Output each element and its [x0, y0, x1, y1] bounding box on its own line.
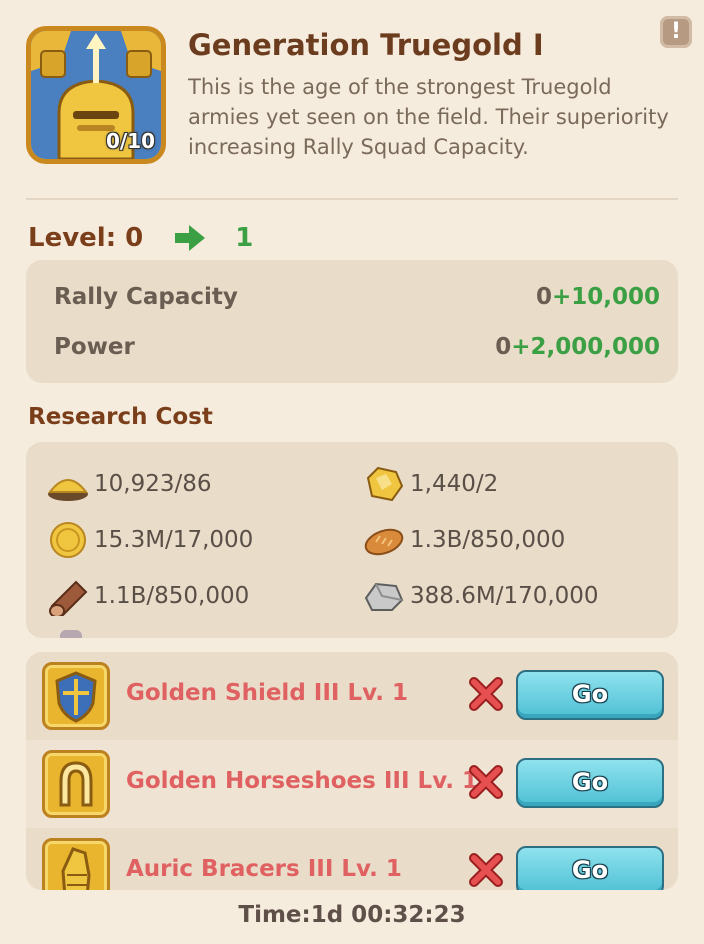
stats-panel: Rally Capacity 0+10,000 Power 0+2,000,00… [26, 260, 678, 383]
cost-item: 1.3B/850,000 [362, 520, 565, 560]
auric-bracers-icon [42, 838, 110, 890]
requirements-list: Golden Shield III Lv. 1 Go Golden Horses… [26, 652, 678, 890]
stat-label: Power [54, 334, 135, 360]
tech-progress-counter: 0/10 [105, 129, 155, 153]
next-level: 1 [235, 223, 254, 253]
cost-item: 388.6M/170,000 [362, 576, 599, 616]
go-button[interactable]: Go [516, 758, 664, 808]
close-icon [469, 853, 503, 887]
truegold-knight-icon: 0/10 [26, 26, 166, 164]
list-item: Golden Horseshoes III Lv. 1 Go [26, 740, 678, 828]
golden-shield-icon [42, 662, 110, 730]
requirement-label: Golden Shield III Lv. 1 [126, 680, 408, 706]
cost-item: 1.1B/850,000 [46, 576, 249, 616]
stat-rally-capacity: Rally Capacity 0+10,000 [54, 284, 660, 314]
research-cost-panel: 10,923/86 1,440/2 15.3M/17,000 1.3B/850,… [26, 442, 678, 638]
cost-item: 15.3M/17,000 [46, 520, 253, 560]
wood-log-icon [49, 580, 88, 616]
info-button[interactable]: ! [660, 16, 692, 48]
golden-horseshoe-icon [42, 750, 110, 818]
requirement-label: Golden Horseshoes III Lv. 1 [126, 768, 479, 794]
research-timer: Time:1d 00:32:23 [238, 902, 466, 928]
current-level: Level: 0 [28, 223, 144, 253]
requirement-label: Auric Bracers III Lv. 1 [126, 856, 402, 882]
list-item: Auric Bracers III Lv. 1 Go [26, 828, 678, 890]
go-button[interactable]: Go [516, 670, 664, 720]
stat-power: Power 0+2,000,000 [54, 334, 660, 364]
cost-item-partial [60, 630, 82, 638]
gold-sand-icon [47, 479, 89, 501]
cost-item: 1,440/2 [362, 464, 498, 504]
arrow-right-icon [175, 225, 206, 251]
level-row: Level: 0 1 [28, 218, 253, 258]
gold-nugget-icon [366, 466, 404, 502]
go-button[interactable]: Go [516, 846, 664, 890]
tech-header: 0/10 Generation Truegold I This is the a… [0, 0, 704, 200]
stone-icon [364, 582, 404, 611]
coin-icon [50, 522, 86, 558]
stat-label: Rally Capacity [54, 284, 238, 310]
close-icon [469, 765, 503, 799]
bread-icon [364, 528, 404, 556]
research-cost-title: Research Cost [28, 404, 213, 430]
list-item: Golden Shield III Lv. 1 Go [26, 652, 678, 740]
tech-description: This is the age of the strongest Truegol… [188, 75, 669, 159]
close-icon [469, 677, 503, 711]
stat-value: 0+2,000,000 [495, 334, 660, 360]
cost-item: 10,923/86 [46, 464, 212, 504]
stat-value: 0+10,000 [535, 284, 660, 310]
header-divider [26, 198, 678, 200]
tech-title: Generation Truegold I [188, 28, 544, 62]
